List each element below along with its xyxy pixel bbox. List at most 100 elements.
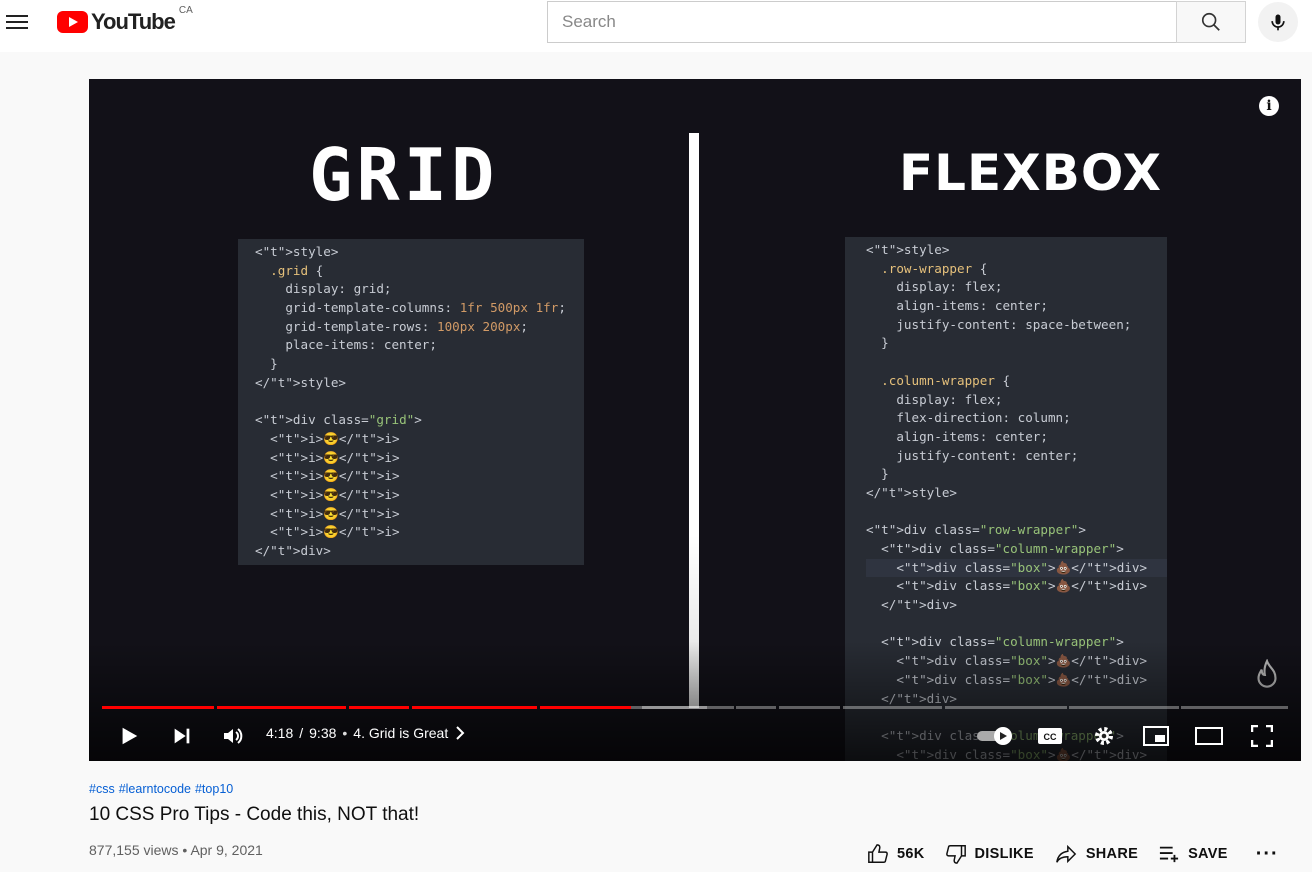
progress-segment[interactable] (945, 706, 1067, 709)
code-line: align-items: center; (866, 428, 1048, 444)
play-icon (122, 727, 138, 745)
code-line: .row-wrapper { (881, 260, 988, 276)
video-title: 10 CSS Pro Tips - Code this, NOT that! (89, 804, 420, 825)
slide-heading-flexbox: FLEXBOX (899, 144, 1163, 202)
info-icon[interactable]: i (1259, 96, 1279, 116)
gear-icon (1095, 727, 1113, 745)
captions-icon: CC (1038, 728, 1062, 744)
chapter-title[interactable]: 4. Grid is Great (353, 725, 448, 741)
like-count: 56K (897, 846, 925, 862)
code-line: display: flex; (866, 391, 1003, 407)
meta-separator: • (182, 842, 188, 858)
code-line: display: grid; (255, 281, 392, 297)
code-line: <"t">div class="box">💩</"t">div> (866, 578, 1148, 594)
code-line: <"t">style> (255, 244, 339, 259)
view-count: 877,155 views (89, 842, 179, 858)
play-button[interactable] (115, 719, 143, 753)
svg-text:CC: CC (1044, 732, 1057, 742)
save-label: SAVE (1188, 846, 1228, 862)
theater-mode-button[interactable] (1193, 719, 1225, 753)
action-bar: 56K DISLIKE SHARE SAVE ··· (867, 842, 1279, 866)
progress-segment[interactable] (642, 706, 734, 709)
code-line: grid-template-columns: 1fr 500px 1fr; (255, 300, 566, 316)
region-code: CA (178, 5, 193, 16)
code-line: <"t">div class="grid"> (255, 412, 422, 428)
fullscreen-icon (1251, 725, 1273, 747)
code-line: <"t">div class="row-wrapper"> (866, 522, 1086, 538)
duration: 9:38 (309, 725, 337, 741)
menu-icon[interactable] (6, 10, 30, 34)
youtube-logo[interactable]: YouTube CA (57, 5, 193, 35)
code-line: </"t">div> (866, 597, 958, 613)
share-label: SHARE (1085, 846, 1139, 862)
thumbs-down-icon (945, 845, 966, 864)
volume-button[interactable] (219, 719, 247, 753)
slide-divider (689, 133, 699, 708)
share-button[interactable]: SHARE (1054, 843, 1138, 865)
miniplayer-icon (1143, 726, 1169, 746)
search-input[interactable]: Search (547, 1, 1177, 43)
next-button[interactable] (168, 719, 196, 753)
slide-heading-grid: GRID (309, 133, 499, 217)
code-line: align-items: center; (866, 298, 1048, 314)
code-line: .column-wrapper { (881, 372, 1011, 388)
code-block-grid: <"t">style> .grid { display: grid; grid-… (238, 239, 584, 565)
progress-bar[interactable] (102, 706, 1288, 709)
hashtag-link[interactable]: #learntocode (119, 782, 191, 796)
progress-segment[interactable] (1181, 706, 1288, 709)
progress-segment[interactable] (779, 706, 840, 709)
video-meta: 877,155 views • Apr 9, 2021 (89, 842, 263, 858)
miniplayer-button[interactable] (1141, 719, 1171, 753)
captions-button[interactable]: CC (1035, 719, 1065, 753)
code-line: </"t">style> (255, 374, 346, 390)
save-button[interactable]: SAVE (1158, 844, 1228, 864)
progress-played (540, 706, 631, 709)
chevron-right-icon[interactable] (454, 726, 466, 740)
progress-segment[interactable] (736, 706, 776, 709)
progress-segment[interactable] (843, 706, 942, 709)
theater-mode-icon (1195, 727, 1223, 745)
hashtag-link[interactable]: #css (89, 782, 115, 796)
code-line: <"t">i>😎</"t">i> (255, 524, 400, 540)
hashtags: #css #learntocode #top10 (89, 782, 1301, 796)
volume-icon (224, 728, 243, 744)
code-line: <"t">div class="box">💩</"t">div> (866, 558, 1167, 578)
fullscreen-button[interactable] (1247, 719, 1277, 753)
code-line: justify-content: center; (866, 447, 1079, 463)
next-icon (174, 728, 190, 744)
code-line: } (866, 335, 889, 351)
more-actions-icon[interactable]: ··· (1256, 843, 1279, 866)
youtube-play-icon (57, 11, 88, 33)
playlist-add-icon (1159, 846, 1179, 863)
code-line: <"t">i>😎</"t">i> (255, 468, 400, 484)
top-bar: YouTube CA Search (0, 0, 1312, 52)
video-player[interactable]: GRID FLEXBOX <"t">style> .grid { display… (89, 79, 1301, 761)
code-line: justify-content: space-between; (866, 316, 1132, 332)
code-line: <"t">i>😎</"t">i> (255, 505, 400, 521)
player-controls: 4:18 / 9:38 • 4. Grid is Great CC (89, 719, 1301, 761)
like-button[interactable]: 56K (867, 843, 925, 865)
settings-button[interactable] (1089, 719, 1119, 753)
autoplay-toggle[interactable] (975, 719, 1015, 753)
thumbs-up-icon (868, 844, 888, 863)
code-line: } (866, 466, 889, 482)
code-line: display: flex; (866, 279, 1003, 295)
upload-date: Apr 9, 2021 (190, 842, 263, 858)
progress-played (349, 706, 409, 709)
code-line: </"t">style> (866, 484, 957, 500)
voice-search-button[interactable] (1258, 2, 1298, 42)
hashtag-link[interactable]: #top10 (195, 782, 233, 796)
progress-segment[interactable] (1069, 706, 1179, 709)
dislike-button[interactable]: DISLIKE (945, 843, 1034, 865)
logo-text: YouTube (91, 9, 176, 34)
code-line: .grid { (270, 262, 324, 278)
code-line: </"t">div> (255, 543, 331, 558)
code-line: <"t">i>😎</"t">i> (255, 486, 400, 502)
search-icon (1201, 12, 1220, 31)
microphone-icon (1271, 14, 1285, 31)
search-button[interactable] (1176, 1, 1246, 43)
current-time: 4:18 (266, 725, 294, 741)
